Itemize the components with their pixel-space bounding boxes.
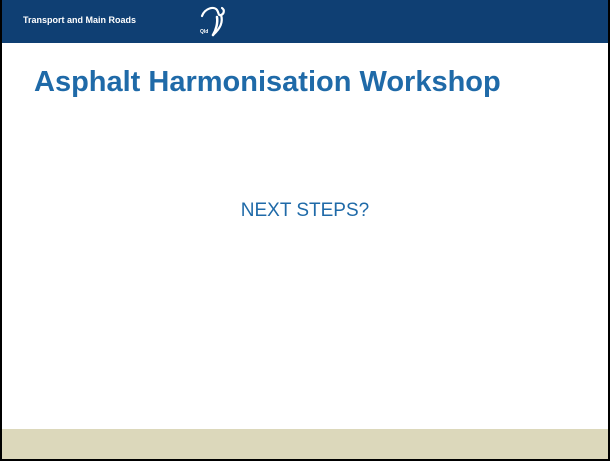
slide-title: Asphalt Harmonisation Workshop <box>34 66 501 98</box>
org-name: Transport and Main Roads <box>23 15 137 25</box>
slide-body-text: NEXT STEPS? <box>240 200 370 221</box>
header-bar: Transport and Main Roads Qld <box>2 0 608 43</box>
footer-bar <box>2 429 608 459</box>
logo-caption: Qld <box>200 29 209 35</box>
presentation-slide: Transport and Main Roads Qld Asphalt Har… <box>0 0 610 461</box>
